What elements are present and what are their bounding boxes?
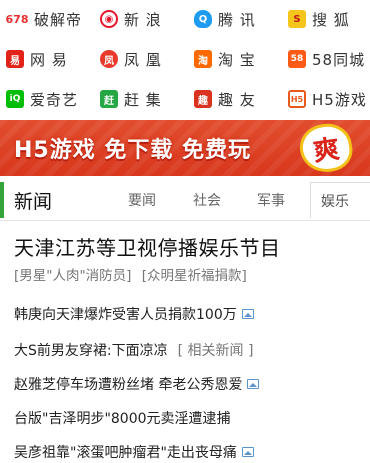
image-icon <box>247 379 260 389</box>
site-link-iqiyi[interactable]: iQ 爱奇艺 <box>6 80 78 118</box>
quyou-icon: 趣 <box>194 90 212 108</box>
site-link-tencent[interactable]: Q 腾 讯 <box>194 0 256 38</box>
ganji-icon: 赶 <box>100 90 118 108</box>
site-link-h5-game[interactable]: H5 H5游戏 <box>288 80 367 118</box>
image-icon <box>241 309 254 319</box>
tab-news[interactable]: 新闻 <box>0 182 100 218</box>
h5-game-banner[interactable]: H5游戏 免下载 免费玩 爽 <box>0 120 370 176</box>
headline-title[interactable]: 天津江苏等卫视停播娱乐节目 <box>14 232 281 261</box>
site-link-quyou[interactable]: 趣 趣 友 <box>194 80 256 118</box>
site-link-58tongcheng[interactable]: 58 58同城 <box>288 40 365 78</box>
site-link-ganji[interactable]: 赶 赶 集 <box>100 80 162 118</box>
site-label: H5游戏 <box>312 90 367 109</box>
site-shortcut-grid: 678 破解帝 ◉ 新 浪 Q 腾 讯 S 搜 狐 易 网 易 凤 凤 凰 淘 … <box>0 0 370 118</box>
news-item-text: 赵雅芝停车场遭粉丝堵 牵老公秀恩爱 <box>14 377 243 393</box>
site-link-pojiedi[interactable]: 678 破解帝 <box>6 0 82 38</box>
site-label: 58同城 <box>312 50 366 69</box>
sublink-donation[interactable]: [众明星祈福捐款] <box>142 268 247 284</box>
site-label: 凤 凰 <box>124 50 162 69</box>
site-link-ifeng[interactable]: 凤 凤 凰 <box>100 40 162 78</box>
h5-game-icon: H5 <box>288 90 306 108</box>
tab-headlines[interactable]: 要闻 <box>128 182 156 218</box>
site-label: 搜 狐 <box>312 10 350 29</box>
pojiedi-icon: 678 <box>5 12 29 26</box>
site-link-sina[interactable]: ◉ 新 浪 <box>100 0 162 38</box>
image-icon <box>241 447 254 457</box>
headline-sublinks: [男星"人肉"消防员] [众明星祈福捐款] <box>14 264 247 284</box>
news-item[interactable]: 吴彦祖靠"滚蛋吧肿瘤君"走出丧母痛 <box>14 442 254 462</box>
netease-icon: 易 <box>6 50 24 68</box>
tab-entertainment[interactable]: 娱乐 <box>310 182 370 218</box>
news-item[interactable]: 大S前男友穿裙:下面凉凉 [ 相关新闻 ] <box>14 340 253 360</box>
banner-text: H5游戏 免下载 免费玩 <box>14 138 252 163</box>
site-link-taobao[interactable]: 淘 淘 宝 <box>194 40 256 78</box>
sina-weibo-icon: ◉ <box>100 10 118 28</box>
site-label: 淘 宝 <box>218 50 256 69</box>
site-label: 趣 友 <box>218 90 256 109</box>
tab-society[interactable]: 社会 <box>193 182 221 218</box>
news-item[interactable]: 韩庚向天津爆炸受害人员捐款100万 <box>14 304 254 324</box>
site-label: 赶 集 <box>124 90 162 109</box>
site-label: 爱奇艺 <box>30 90 79 109</box>
news-item-text: 韩庚向天津爆炸受害人员捐款100万 <box>14 307 237 323</box>
related-news-link[interactable]: [ 相关新闻 ] <box>178 340 254 360</box>
site-link-sohu[interactable]: S 搜 狐 <box>288 0 350 38</box>
news-item-text: 台版"吉泽明步"8000元卖淫遭逮捕 <box>14 411 231 427</box>
site-label: 破解帝 <box>34 10 83 29</box>
news-item-text: 大S前男友穿裙:下面凉凉 <box>14 343 168 359</box>
sublink-firefighter[interactable]: [男星"人肉"消防员] <box>14 268 131 284</box>
site-link-netease[interactable]: 易 网 易 <box>6 40 68 78</box>
site-label: 新 浪 <box>124 10 162 29</box>
58tongcheng-icon: 58 <box>288 50 306 68</box>
sohu-icon: S <box>288 10 306 28</box>
site-label: 腾 讯 <box>218 10 256 29</box>
news-tab-bar: 新闻 要闻 社会 军事 娱乐 <box>0 180 370 221</box>
taobao-icon: 淘 <box>194 50 212 68</box>
tab-military[interactable]: 军事 <box>257 182 285 218</box>
news-item-text: 吴彦祖靠"滚蛋吧肿瘤君"走出丧母痛 <box>14 445 237 461</box>
iqiyi-icon: iQ <box>6 90 24 108</box>
news-item[interactable]: 台版"吉泽明步"8000元卖淫遭逮捕 <box>14 408 231 428</box>
ifeng-icon: 凤 <box>100 50 118 68</box>
site-label: 网 易 <box>30 50 68 69</box>
tencent-qq-icon: Q <box>194 10 212 28</box>
news-item[interactable]: 赵雅芝停车场遭粉丝堵 牵老公秀恩爱 <box>14 374 260 394</box>
